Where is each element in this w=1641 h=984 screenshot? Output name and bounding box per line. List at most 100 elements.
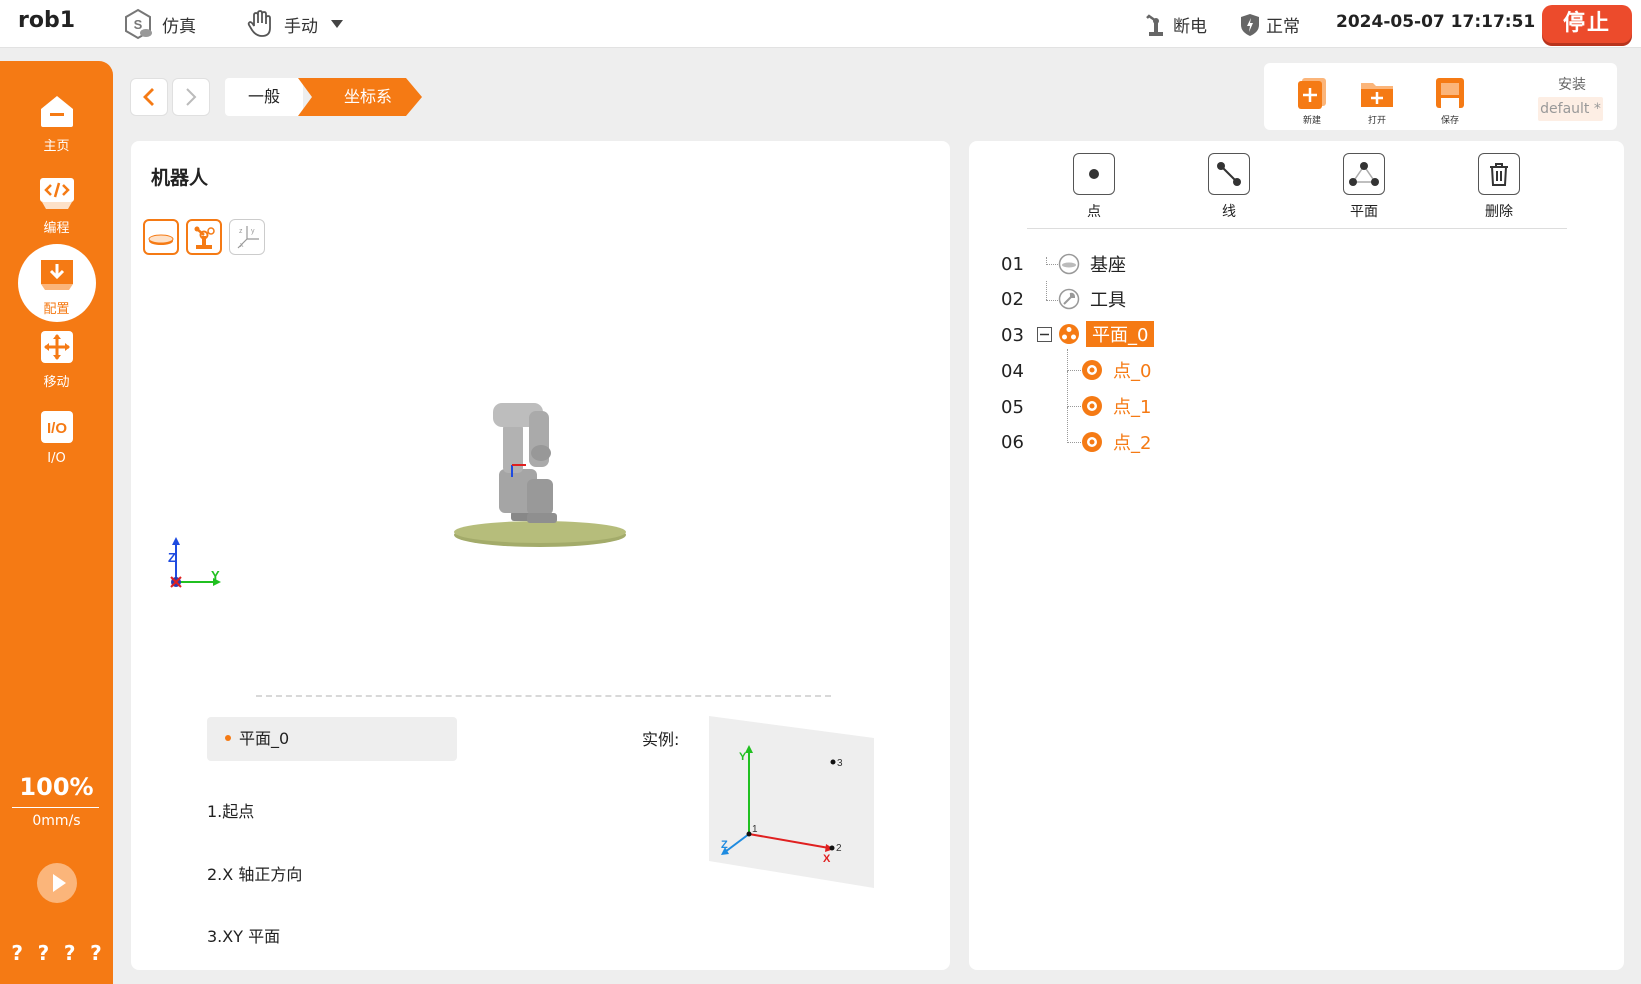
help-mark[interactable]: ?	[90, 941, 102, 965]
collapse-icon[interactable]	[1037, 326, 1052, 342]
tree-row-number: 02	[1001, 288, 1024, 310]
robot-name: rob1	[18, 8, 76, 33]
sidebar-label-home: 主页	[43, 139, 70, 154]
help-mark[interactable]: ?	[11, 941, 23, 965]
help-mark[interactable]: ?	[64, 941, 76, 965]
add-plane-button[interactable]: 平面	[1324, 153, 1404, 221]
divider	[256, 695, 831, 697]
tree-row[interactable]: 02	[1001, 284, 1041, 314]
axis-view-button[interactable]: z y x	[229, 219, 265, 255]
world-axes-icon: Z Y	[168, 537, 221, 588]
robot-base-plate-top	[454, 521, 626, 543]
tree-row-number: 03	[1001, 324, 1024, 346]
home-icon	[40, 96, 73, 127]
tree-row[interactable]: 01	[1001, 249, 1041, 279]
selected-feature-label: 平面_0	[239, 729, 290, 748]
hand-icon	[247, 10, 271, 37]
robot-arm-icon	[1146, 13, 1163, 36]
open-button[interactable]: 打开	[1349, 75, 1405, 126]
svg-text:S: S	[134, 17, 143, 32]
delete-label: 删除	[1485, 204, 1513, 220]
back-button[interactable]	[130, 78, 168, 116]
sidebar-item-move[interactable]: 移动	[0, 327, 113, 390]
save-icon	[1436, 78, 1464, 108]
breadcrumb-coordinate[interactable]: 坐标系	[298, 78, 422, 116]
stop-button[interactable]: 停止	[1542, 5, 1632, 43]
step-x-axis[interactable]: 2.X 轴正方向	[207, 861, 302, 885]
step-xy-plane[interactable]: 3.XY 平面	[207, 923, 280, 947]
safety-status: 正常	[1240, 12, 1300, 37]
example-point-3: 3	[837, 758, 843, 769]
tree-node-base[interactable]: 基座	[1058, 251, 1126, 277]
tree-node-point[interactable]: 点_1	[1081, 393, 1151, 419]
tree-connector	[1067, 407, 1081, 443]
svg-text:z: z	[239, 228, 243, 235]
tree-node-plane[interactable]: 平面_0	[1037, 321, 1155, 347]
tree-node-label: 点_1	[1113, 397, 1152, 418]
tree-row-number: 04	[1001, 360, 1024, 382]
tree-node-point[interactable]: 点_2	[1081, 429, 1151, 455]
tree-row[interactable]: 05	[1001, 392, 1041, 422]
sidebar-label-io: I/O	[47, 451, 66, 466]
state-label: 正常	[1266, 17, 1300, 37]
tree-node-label: 点_2	[1113, 433, 1152, 454]
base-view-button[interactable]	[143, 219, 179, 255]
example-point-2: 2	[836, 843, 842, 854]
tree-row[interactable]: 03	[1001, 320, 1041, 350]
selected-feature[interactable]: 平面_0	[207, 717, 457, 761]
svg-text:y: y	[251, 228, 255, 235]
robot-model	[493, 403, 557, 523]
plane-node-icon	[1059, 324, 1079, 344]
delete-button[interactable]: 删除	[1459, 153, 1539, 221]
save-label: 保存	[1440, 116, 1459, 126]
sidebar-item-program[interactable]: 编程	[0, 173, 113, 236]
tree-node-tool[interactable]: 工具	[1058, 286, 1126, 312]
point-node-icon	[1082, 396, 1102, 416]
sidebar-item-config[interactable]: 配置	[0, 244, 113, 322]
install-label: 安装	[1558, 77, 1586, 93]
svg-text:x: x	[240, 242, 244, 249]
sidebar-item-io[interactable]: I/O I/O	[0, 407, 113, 466]
step-origin[interactable]: 1.起点	[207, 798, 254, 822]
mode-dropdown[interactable]: 手动	[244, 8, 352, 40]
tree-row[interactable]: 04	[1001, 356, 1041, 386]
add-line-button[interactable]: 线	[1189, 153, 1269, 221]
tree-node-label: 点_0	[1113, 361, 1152, 382]
tree-row-number: 01	[1001, 253, 1024, 275]
tree-row-number: 06	[1001, 431, 1024, 453]
example-y-label: Y	[739, 751, 747, 763]
new-file-icon	[1298, 78, 1326, 109]
sidebar-label-config: 配置	[43, 302, 70, 317]
tree-connector	[1067, 371, 1081, 407]
robot-panel: 机器人 z y x Z Y 平面_0 1.起点 2.X 轴正方向 3.XY 平面…	[131, 141, 950, 970]
bullet-dot	[225, 734, 231, 741]
forward-button[interactable]	[172, 78, 210, 116]
tree-node-point[interactable]: 点_0	[1081, 357, 1151, 383]
tree-node-label: 平面_0	[1086, 321, 1155, 347]
help-mark[interactable]: ?	[38, 941, 50, 965]
sidebar-item-home[interactable]: 主页	[0, 91, 113, 154]
tree-row[interactable]: 06	[1001, 427, 1041, 457]
robot-view-button[interactable]	[186, 219, 222, 255]
install-value[interactable]: default *	[1538, 97, 1603, 121]
trash-icon	[1490, 163, 1508, 186]
top-bar: rob1 S 仿真 手动 断电 正常 2024-05-07 17:17:51 停…	[0, 0, 1641, 48]
io-icon: I/O	[40, 411, 73, 443]
simulation-toggle[interactable]: S 仿真	[122, 8, 196, 40]
speed-divider	[12, 807, 99, 808]
robot-3d-view[interactable]: Z Y	[131, 291, 950, 691]
add-point-button[interactable]: 点	[1054, 153, 1134, 221]
add-line-label: 线	[1222, 204, 1236, 220]
tree-connector	[1067, 349, 1081, 371]
datetime: 2024-05-07 17:17:51	[1336, 12, 1536, 32]
mode-label: 手动	[284, 16, 318, 37]
sidebar: 主页 编程 配置 移动 I/O I/O 100% 0mm/s ? ? ? ?	[0, 61, 113, 984]
speed-value: 0mm/s	[32, 813, 81, 829]
simulation-icon: S	[125, 8, 152, 40]
save-button[interactable]: 保存	[1422, 75, 1478, 126]
play-button[interactable]	[37, 863, 77, 903]
speed-percent[interactable]: 100%	[0, 773, 113, 801]
breadcrumb-general[interactable]: 一般	[225, 78, 303, 116]
feature-panel: 点 线 平面 删除 01 02 03 04 05 06 基座 工具 平面_0 点…	[969, 141, 1624, 970]
new-button[interactable]: 新建	[1284, 75, 1340, 126]
